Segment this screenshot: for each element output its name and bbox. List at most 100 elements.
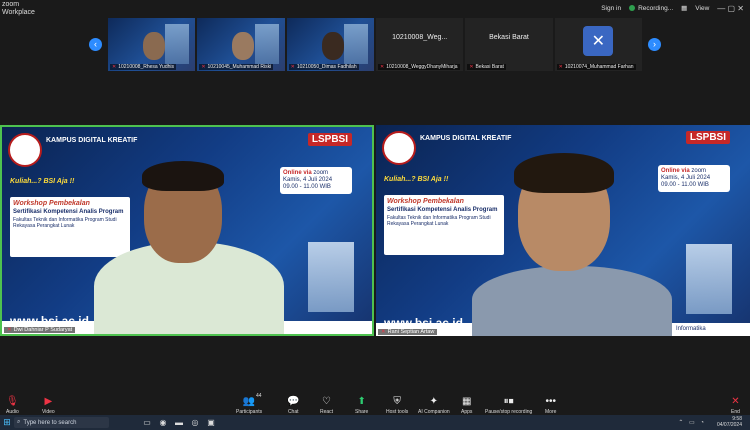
zoom-logo: zoom: [313, 170, 329, 176]
mic-muted-icon: ✕: [290, 64, 295, 70]
more-icon: •••: [545, 396, 556, 407]
host-tools-button[interactable]: ⛨ Host tools: [386, 390, 408, 415]
mic-muted-icon: ✕: [7, 327, 12, 333]
person-hair: [142, 161, 224, 191]
event-title: Sertifikasi Kompetensi Analis Program: [13, 209, 124, 215]
participant-label: ✕ 10210008_WeggyDhanyMiharja: [377, 64, 460, 70]
shield-icon: [629, 5, 636, 11]
app-edition: Workplace: [2, 9, 35, 16]
ai-companion-button[interactable]: ✦ AI Companion: [418, 390, 450, 415]
participant-thumb[interactable]: ✕ 10210045_Muhammad Riski: [197, 18, 285, 71]
participant-thumb[interactable]: ✕ 10210050_Dimas Fadhilah: [286, 18, 374, 71]
pause-stop-recording-button[interactable]: ⏸⏹ Pause/stop recording: [485, 390, 532, 415]
building-image: [165, 24, 190, 64]
app-brand: zoom Workplace: [2, 1, 35, 17]
grid-icon[interactable]: ▦: [681, 4, 687, 12]
building-image: [686, 244, 732, 314]
end-icon: ✕: [731, 396, 740, 407]
end-button[interactable]: ✕ End: [731, 390, 740, 415]
taskbar-search[interactable]: ⌕ Type here to search: [14, 417, 109, 428]
apps-button[interactable]: ▦ Apps: [461, 390, 472, 415]
participant-strip: ✕ 10210008_Rhesa Yudhis ✕ 10210045_Muhamma…: [108, 18, 642, 71]
participant-label: ✕ 10210074_Muhammad Farhan: [556, 64, 636, 70]
mic-muted-icon: ✕: [201, 64, 206, 70]
participant-face: [142, 32, 165, 60]
participant-thumb[interactable]: ✕ 10210008_Rhesa Yudhis: [108, 18, 196, 71]
system-tray[interactable]: ⌃ ▭ ◔: [678, 419, 706, 426]
windows-start-icon[interactable]: ⊞: [0, 415, 14, 430]
meeting-controls: 🎙 Audio ▶ Video 👥 Participants 44 💬 Chat ♡ Re…: [0, 390, 750, 415]
building-image: [343, 24, 368, 64]
more-button[interactable]: ••• More: [545, 390, 556, 415]
university-logo: [382, 131, 416, 165]
website-url: www.bsi.ac.id: [10, 314, 89, 328]
person-shirt: [472, 266, 672, 336]
clock-date: 04/07/2024: [716, 422, 742, 428]
participant-display-name: 10210008_Weg...: [392, 34, 448, 41]
mic-muted-icon: ✕: [558, 64, 563, 70]
search-icon: ⌕: [17, 419, 21, 425]
edge-icon[interactable]: ◉: [155, 415, 171, 430]
kampus-label: KAMPUS DIGITAL KREATIF: [420, 135, 512, 142]
mic-muted-icon: 🎙: [6, 396, 19, 407]
event-time: 09.00 - 11.00 WIB: [283, 184, 331, 190]
share-icon: ⬆: [357, 396, 366, 407]
participant-thumb[interactable]: Bekasi Barat ✕ Bekasi Barat: [465, 18, 553, 71]
online-label: Online via: [283, 170, 312, 176]
event-subtitle: Fakultas Teknik dan Informatika Program …: [13, 217, 117, 229]
participants-icon: 👥: [242, 396, 256, 407]
participant-thumb[interactable]: 10210008_Weg... ✕ 10210008_WeggyDhanyMiha…: [375, 18, 464, 71]
profile-avatar-icon: ✕: [583, 26, 614, 56]
workshop-label: Workshop Pembekalan: [387, 198, 464, 205]
zoom-app-icon[interactable]: ▣: [203, 415, 219, 430]
taskbar-clock[interactable]: 9:58 04/07/2024: [717, 416, 742, 428]
shield-icon: ⛨: [393, 396, 401, 407]
chat-icon: 💬: [287, 396, 300, 407]
chrome-icon[interactable]: ◎: [187, 415, 203, 430]
event-subtitle: Fakultas Teknik dan Informatika Program …: [387, 215, 491, 227]
participant-thumb[interactable]: ✕ ✕ 10210074_Muhammad Farhan: [554, 18, 642, 71]
mic-muted-icon: ✕: [379, 64, 385, 70]
recording-label: Recording...: [638, 4, 674, 12]
strip-prev-button[interactable]: ‹: [89, 38, 102, 51]
search-placeholder: Type here to search: [23, 419, 77, 426]
audio-button[interactable]: 🎙 Audio: [6, 390, 19, 415]
participant-label: ✕ Bekasi Barat: [467, 64, 506, 70]
tagline: Kuliah...? BSI Aja !!: [10, 178, 75, 185]
event-panel: Workshop Pembekalan Sertifikasi Kompeten…: [10, 197, 130, 257]
sign-in-button[interactable]: Sign in: [601, 5, 621, 12]
video-tile[interactable]: KAMPUS DIGITAL KREATIF LSPBSI Kuliah...?…: [376, 125, 750, 336]
event-time: 09.00 - 11.00 WIB: [661, 182, 709, 188]
window-controls[interactable]: — ▢ ✕: [717, 4, 744, 13]
participant-face: [321, 32, 344, 60]
file-explorer-icon[interactable]: ▬: [171, 415, 187, 430]
event-panel: Workshop Pembekalan Sertifikasi Kompeten…: [384, 195, 504, 255]
tagline: Kuliah...? BSI Aja !!: [384, 176, 449, 183]
university-logo: [8, 133, 42, 167]
workshop-label: Workshop Pembekalan: [13, 200, 90, 207]
strip-next-button[interactable]: ›: [648, 38, 661, 51]
mic-muted-icon: ✕: [469, 64, 474, 70]
share-button[interactable]: ⬆ Share: [355, 390, 368, 415]
recording-indicator[interactable]: Recording...: [629, 5, 673, 12]
video-tile-active-speaker[interactable]: KAMPUS DIGITAL KREATIF LSPBSI Kuliah...?…: [0, 125, 374, 336]
pause-stop-icon: ⏸⏹: [503, 396, 514, 407]
zoom-logo: zoom: [691, 168, 707, 174]
react-button[interactable]: ♡ React: [320, 390, 333, 415]
video-button[interactable]: ▶ Video: [42, 390, 55, 415]
lsp-logo: LSPBSI: [685, 131, 730, 144]
video-off-icon: ▶: [44, 396, 53, 407]
chat-button[interactable]: 💬 Chat: [287, 390, 299, 415]
mic-muted-icon: ✕: [381, 329, 386, 335]
participant-name-label: ✕ Rani Septian Artaw: [378, 329, 438, 335]
event-date: Kamis, 4 Juli 2024: [661, 175, 711, 181]
person-hair: [514, 153, 614, 193]
title-bar: zoom Workplace Sign in Recording... ▦ Vi…: [0, 0, 750, 18]
participant-label: ✕ 10210008_Rhesa Yudhis: [110, 64, 176, 70]
view-button[interactable]: View: [695, 5, 709, 12]
event-date: Kamis, 4 Juli 2024: [283, 177, 333, 183]
lsp-logo: LSPBSI: [307, 133, 352, 146]
participants-count: 44: [256, 393, 262, 399]
participant-display-name: Bekasi Barat: [489, 34, 529, 41]
task-view-icon[interactable]: ▭: [139, 415, 155, 430]
